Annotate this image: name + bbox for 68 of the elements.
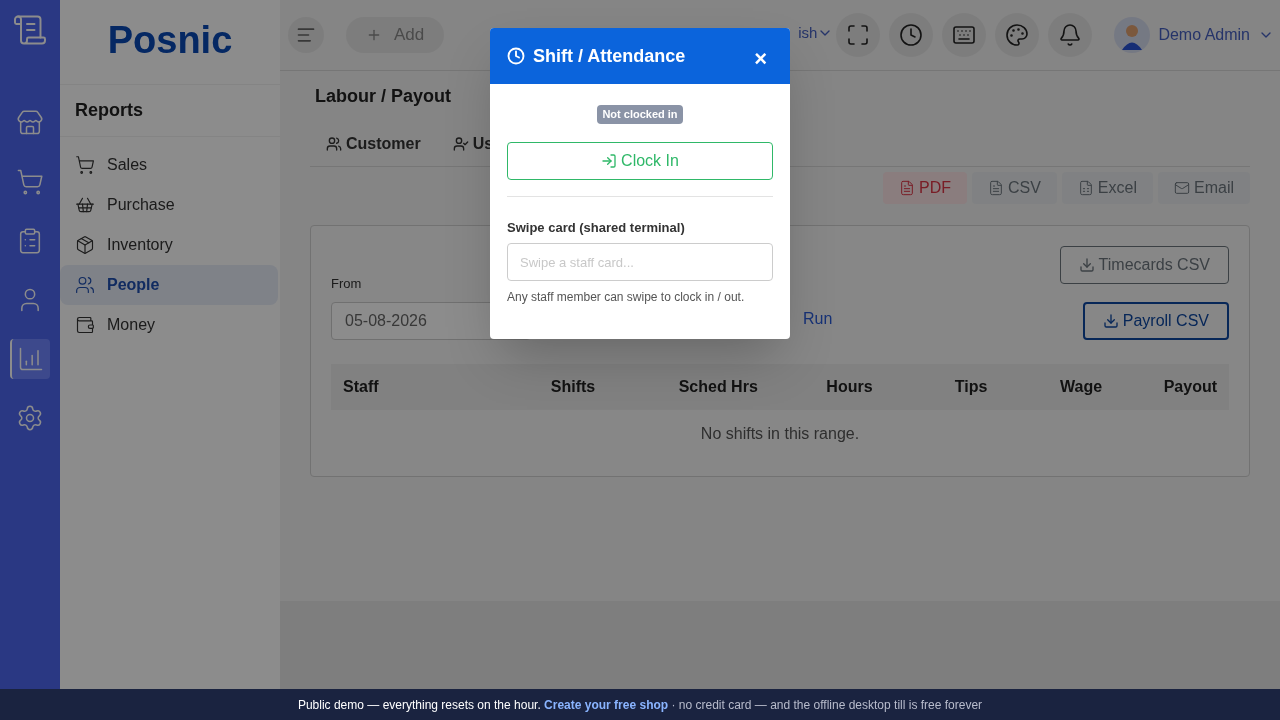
keyboard-icon [952,23,977,47]
export-button[interactable]: CSV [971,172,1057,204]
download-icon [1102,313,1119,329]
plus-icon [366,27,382,43]
column-header: Tips [953,377,988,397]
dialog-title: Shift / Attendance [533,44,687,68]
rail-button[interactable] [10,339,50,379]
language-dropdown[interactable]: ish [798,21,834,45]
swipe-label: Swipe card (shared terminal) [507,218,686,237]
clock-button[interactable] [889,13,934,57]
menu-toggle-button[interactable] [288,17,324,53]
fullscreen-icon [846,23,871,47]
sidebar-item[interactable]: Money [60,305,278,345]
from-label: From [331,274,363,293]
user-menu[interactable]: Demo Admin [1114,17,1274,53]
palette-icon [1005,23,1030,47]
clock-icon [899,23,924,47]
sidebar-item[interactable]: Sales [60,145,278,185]
clock-icon [507,47,525,65]
fullscreen-button[interactable] [836,13,881,57]
user-check-icon [452,136,469,152]
column-header: Hours [825,377,873,397]
palette-button[interactable] [995,13,1040,57]
bell-icon [1058,23,1083,47]
export-button[interactable]: Email [1158,172,1250,204]
column-header: Shifts [549,377,597,397]
keyboard-button[interactable] [942,13,987,57]
pdf-icon [898,180,915,196]
people-icon [75,275,95,295]
wallet-icon [75,315,95,335]
menu-icon [296,25,316,45]
column-header: Wage [1059,377,1103,397]
login-icon [601,152,618,169]
banner-text: Public demo — everything resets on the hour. Create your free shop · no credit card — and the offline desktop till is free forever [297,696,983,714]
export-button[interactable]: Excel [1061,172,1153,204]
status-badge: Not clocked in [597,105,683,124]
box-icon [75,235,95,255]
cart-icon [16,168,44,196]
create-shop-link[interactable]: Create your free shop [544,697,669,712]
document-icon [987,180,1004,196]
export-button[interactable]: PDF [882,172,967,204]
close-button[interactable]: × [754,41,767,75]
sidebar-item[interactable]: Purchase [60,185,278,225]
column-header: Payout [1162,377,1217,397]
download-button[interactable]: Timecards CSV [1059,246,1229,284]
bell-button[interactable] [1048,13,1093,57]
download-icon [1078,257,1095,273]
people-icon [326,136,342,152]
report-tab[interactable]: Customer [326,132,421,156]
column-header: Staff [343,377,380,397]
store-icon [16,109,44,137]
download-button[interactable]: Payroll CSV [1082,302,1229,340]
settings-icon [16,404,44,432]
mail-icon [1174,180,1190,196]
sidebar-item[interactable]: People [60,265,278,305]
sidebar-item[interactable]: Inventory [60,225,278,265]
empty-message: No shifts in this range. [700,425,860,442]
bar-chart-icon [17,345,45,373]
spreadsheet-icon [1077,180,1094,196]
sidebar-title: Reports [75,99,143,122]
page-title: Labour / Payout [315,85,452,108]
cart-icon [75,155,95,175]
column-header: Sched Hrs [677,377,758,397]
run-link[interactable]: Run [803,307,833,331]
clock-in-button[interactable]: Clock In [507,141,773,180]
brand-logo: Posnic [107,17,233,63]
avatar-icon [1114,17,1151,53]
basket-icon [75,195,95,215]
